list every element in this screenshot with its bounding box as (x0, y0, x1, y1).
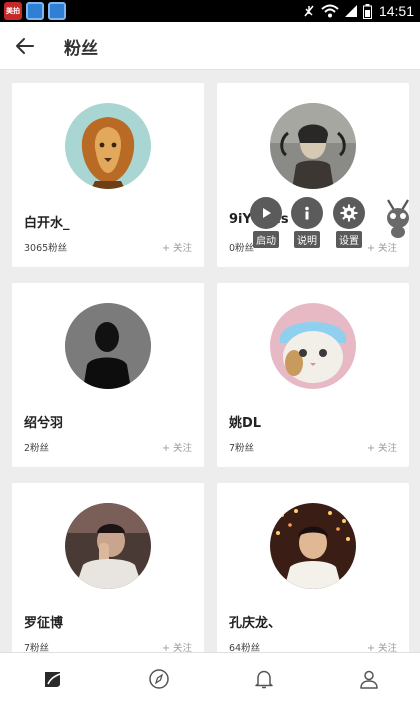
bottom-navigation (0, 652, 420, 703)
profile-icon[interactable] (358, 668, 380, 690)
follow-button[interactable]: + 关注 (367, 440, 397, 454)
avatar[interactable] (270, 303, 356, 389)
avatar[interactable] (270, 503, 356, 589)
app-header: 粉丝 (0, 22, 420, 70)
start-button[interactable]: 启动 (248, 197, 284, 248)
settings-label: 设置 (336, 231, 362, 248)
user-name[interactable]: 白开水_ (24, 212, 70, 231)
clock: 14:51 (378, 3, 414, 19)
user-name[interactable]: 姚DL (229, 412, 261, 431)
mute-icon (304, 5, 314, 17)
bug-mascot-icon[interactable] (380, 196, 416, 240)
settings-button[interactable]: 设置 (331, 197, 367, 248)
user-name[interactable]: 罗征博 (24, 612, 63, 631)
signal-icon (344, 5, 357, 17)
follower-card[interactable]: 孔庆龙、 64粉丝 + 关注 (217, 483, 409, 667)
avatar[interactable] (65, 503, 151, 589)
fans-count: 2粉丝 (24, 443, 50, 454)
follow-button[interactable]: + 关注 (367, 240, 397, 254)
compass-icon[interactable] (148, 668, 170, 690)
avatar[interactable] (65, 103, 151, 189)
app-notification-icon (26, 2, 44, 20)
play-icon (250, 197, 282, 229)
user-name[interactable]: 绍兮羽 (24, 412, 63, 431)
home-icon[interactable] (42, 668, 64, 690)
back-arrow-icon[interactable] (14, 35, 36, 57)
follow-button[interactable]: + 关注 (162, 240, 192, 254)
battery-icon (362, 3, 372, 19)
info-label: 说明 (294, 231, 320, 248)
user-name[interactable]: 孔庆龙、 (229, 612, 281, 631)
info-button[interactable]: 说明 (289, 197, 325, 248)
follower-card[interactable]: 罗征博 7粉丝 + 关注 (12, 483, 204, 667)
avatar[interactable] (65, 303, 151, 389)
gear-icon (333, 197, 365, 229)
info-icon (291, 197, 323, 229)
follower-card[interactable]: 白开水_ 3065粉丝 + 关注 (12, 83, 204, 267)
avatar[interactable] (270, 103, 356, 189)
start-label: 启动 (253, 231, 279, 248)
app-notification-icon (48, 2, 66, 20)
page-title: 粉丝 (64, 39, 98, 59)
follower-card[interactable]: 绍兮羽 2粉丝 + 关注 (12, 283, 204, 467)
fans-count: 7粉丝 (229, 443, 255, 454)
wifi-icon (321, 4, 339, 18)
notification-bell-icon[interactable] (253, 668, 275, 690)
follower-card[interactable]: 姚DL 7粉丝 + 关注 (217, 283, 409, 467)
follow-button[interactable]: + 关注 (162, 440, 192, 454)
status-bar: 美拍 14:51 (0, 0, 420, 22)
fans-count: 3065粉丝 (24, 243, 68, 254)
app-notification-icon: 美拍 (4, 2, 22, 20)
